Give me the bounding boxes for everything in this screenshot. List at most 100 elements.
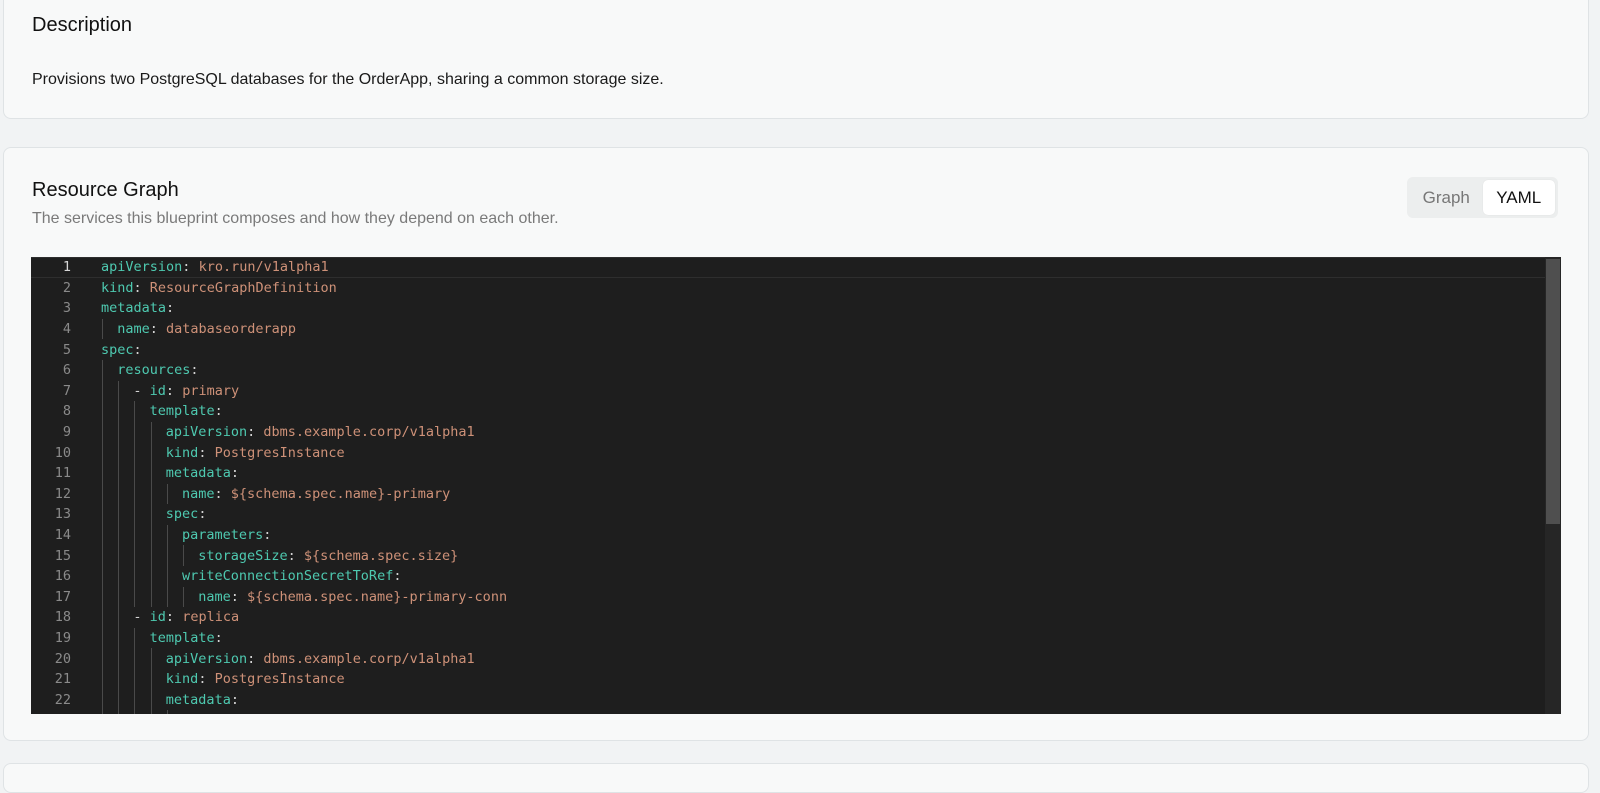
code-text: apiVersion: dbms.example.corp/v1alpha1 bbox=[165, 650, 475, 667]
code-text: kind: PostgresInstance bbox=[165, 671, 345, 688]
line-number: 6 bbox=[62, 362, 71, 379]
line-number: 10 bbox=[54, 444, 71, 461]
indent-guide bbox=[102, 586, 103, 608]
code-line[interactable]: 4 name: databaseorderapp bbox=[31, 318, 1545, 340]
indent-guide bbox=[134, 545, 136, 566]
indent-guide bbox=[118, 648, 120, 669]
indent-guide bbox=[102, 710, 103, 714]
indent-guide bbox=[102, 689, 103, 711]
code-line[interactable]: 5 spec: bbox=[31, 339, 1545, 360]
indent-guide bbox=[134, 483, 136, 505]
code-line[interactable]: 22 metadata: bbox=[31, 689, 1545, 711]
code-line[interactable]: 16 writeConnectionSecretToRef: bbox=[31, 566, 1545, 587]
indent-guide bbox=[150, 689, 152, 711]
line-number: 14 bbox=[54, 527, 71, 544]
code-line[interactable]: 2 kind: ResourceGraphDefinition bbox=[31, 278, 1545, 299]
code-line[interactable]: 20 apiVersion: dbms.example.corp/v1alpha1 bbox=[31, 648, 1545, 669]
code-line[interactable]: 15 storageSize: ${schema.spec.size} bbox=[31, 545, 1545, 566]
line-number: 16 bbox=[54, 568, 71, 585]
code-text: resources: bbox=[117, 362, 199, 379]
indent-guide bbox=[118, 566, 120, 587]
yaml-key: apiVersion bbox=[165, 424, 248, 441]
code-line[interactable]: 11 metadata: bbox=[31, 463, 1545, 484]
description-card: Description Provisions two PostgreSQL da… bbox=[3, 0, 1589, 119]
code-line[interactable]: 14 parameters: bbox=[31, 524, 1545, 546]
code-text: spec: bbox=[101, 341, 142, 358]
code-line[interactable]: 10 kind: PostgresInstance bbox=[31, 442, 1545, 463]
code-line[interactable]: 13 spec: bbox=[31, 504, 1545, 525]
indent-guide bbox=[150, 421, 152, 443]
code-line[interactable]: 19 template: bbox=[31, 627, 1545, 649]
line-number: 20 bbox=[54, 650, 71, 667]
line-number: 8 bbox=[62, 403, 71, 420]
indent-guide bbox=[118, 401, 120, 422]
yaml-key: kind bbox=[165, 444, 199, 461]
yaml-key: id bbox=[149, 382, 166, 399]
yaml-key: name bbox=[182, 485, 215, 502]
code-line[interactable]: 17 name: ${schema.spec.name}-primary-conn bbox=[31, 586, 1545, 608]
code-line[interactable]: 1 apiVersion: kro.run/v1alpha1 bbox=[31, 257, 1545, 278]
line-number: 3 bbox=[62, 300, 71, 317]
indent-guide bbox=[118, 669, 120, 690]
line-number: 11 bbox=[54, 465, 71, 482]
code-line[interactable]: 18 - id: replica bbox=[31, 607, 1545, 628]
line-number: 21 bbox=[54, 671, 71, 688]
code-line[interactable]: 8 template: bbox=[31, 401, 1545, 422]
graph-view-button[interactable]: Graph bbox=[1410, 180, 1483, 215]
indent-guide bbox=[134, 586, 136, 608]
yaml-key: parameters bbox=[182, 527, 264, 544]
yaml-key: spec bbox=[165, 506, 199, 523]
code-text: storageSize: ${schema.spec.size} bbox=[198, 547, 459, 564]
yaml-key: apiVersion bbox=[165, 650, 248, 667]
indent-guide bbox=[118, 586, 120, 608]
indent-guide bbox=[150, 566, 152, 587]
indent-guide bbox=[102, 504, 103, 525]
indent-guide bbox=[102, 463, 103, 484]
code-line[interactable]: 6 resources: bbox=[31, 360, 1545, 381]
indent-guide bbox=[183, 586, 184, 608]
yaml-key: template bbox=[149, 630, 215, 647]
indent-guide bbox=[150, 669, 152, 690]
resource-graph-title: Resource Graph bbox=[32, 179, 179, 201]
indent-guide bbox=[183, 545, 184, 566]
yaml-key: spec bbox=[101, 341, 134, 358]
code-line[interactable]: 12 name: ${schema.spec.name}-primary bbox=[31, 483, 1545, 505]
yaml-value: PostgresInstance bbox=[214, 444, 345, 461]
code-text: writeConnectionSecretToRef: bbox=[182, 568, 402, 585]
indent-guide bbox=[150, 586, 152, 608]
yaml-value: dbms.example.corp/v1alpha1 bbox=[263, 424, 475, 441]
indent-guide bbox=[150, 504, 152, 525]
indent-guide bbox=[118, 627, 120, 649]
yaml-code-editor[interactable]: 1 apiVersion: kro.run/v1alpha1 2 kind: Reso… bbox=[31, 257, 1561, 714]
yaml-value: ResourceGraphDefinition bbox=[149, 279, 337, 296]
editor-scroll-thumb[interactable] bbox=[1546, 259, 1560, 524]
code-line[interactable]: 21 kind: PostgresInstance bbox=[31, 669, 1545, 690]
line-number: 12 bbox=[54, 485, 71, 502]
indent-guide bbox=[118, 380, 120, 402]
editor-scrollbar[interactable] bbox=[1545, 257, 1561, 714]
indent-guide bbox=[102, 545, 103, 566]
code-text: - id: primary bbox=[133, 382, 240, 399]
indent-guide bbox=[102, 318, 103, 340]
yaml-value: databaseorderapp bbox=[165, 321, 297, 338]
code-text: template: bbox=[149, 630, 223, 647]
indent-guide bbox=[102, 360, 103, 381]
code-line[interactable]: 7 - id: primary bbox=[31, 380, 1545, 402]
yaml-key: apiVersion bbox=[101, 259, 183, 276]
line-number: 4 bbox=[62, 321, 71, 338]
indent-guide bbox=[118, 442, 120, 463]
code-text: metadata: bbox=[165, 465, 239, 482]
indent-guide bbox=[102, 607, 103, 628]
code-line[interactable]: 9 apiVersion: dbms.example.corp/v1alpha1 bbox=[31, 421, 1545, 443]
indent-guide bbox=[150, 545, 152, 566]
next-card bbox=[3, 763, 1589, 793]
yaml-view-button[interactable]: YAML bbox=[1482, 180, 1555, 215]
view-toggle: Graph YAML bbox=[1407, 177, 1558, 218]
code-line[interactable]: 3 metadata: bbox=[31, 298, 1545, 319]
line-number: 13 bbox=[54, 506, 71, 523]
code-text: - id: replica bbox=[133, 609, 240, 626]
code-text: kind: ResourceGraphDefinition bbox=[101, 279, 337, 296]
resource-graph-subtitle: The services this blueprint composes and… bbox=[32, 210, 559, 227]
yaml-key: template bbox=[149, 403, 215, 420]
line-number: 5 bbox=[62, 341, 71, 358]
